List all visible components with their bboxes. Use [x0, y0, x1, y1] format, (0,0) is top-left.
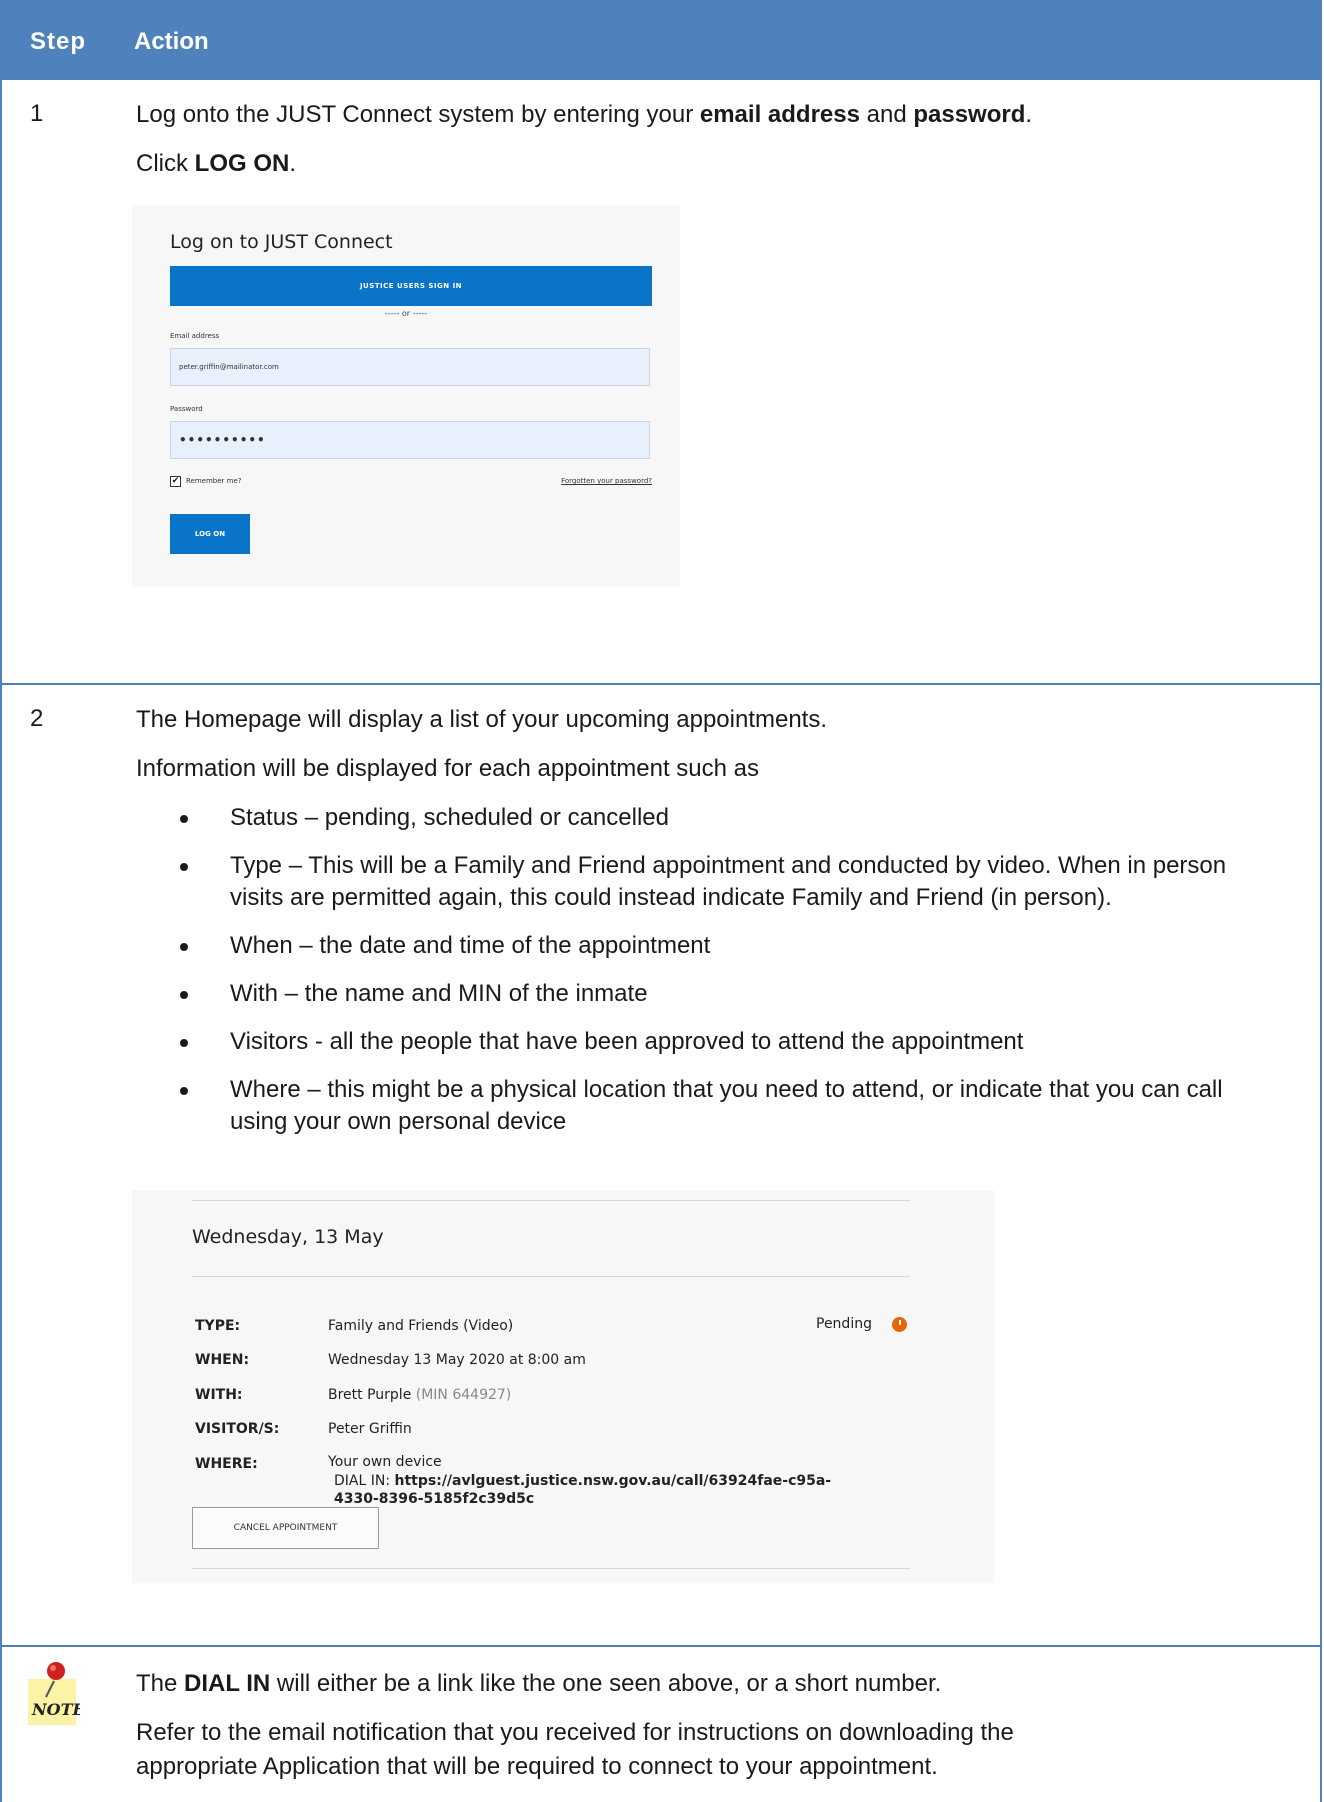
step-1-row: 1 Log onto the JUST Connect system by en… — [2, 80, 1320, 685]
bullet-icon — [180, 863, 188, 871]
where-label: WHERE: — [195, 1456, 258, 1472]
visitors-value: Peter Griffin — [328, 1421, 412, 1437]
note-line-1: The DIAL IN will either be a link like t… — [136, 1670, 942, 1697]
where-value: Your own device — [328, 1454, 442, 1470]
info-bullet-list: Status – pending, scheduled or cancelled… — [180, 802, 1280, 1154]
forgot-password-link[interactable]: Forgotten your password? — [561, 477, 652, 485]
login-screenshot: Log on to JUST Connect JUSTICE USERS SIG… — [132, 205, 680, 587]
list-item: With – the name and MIN of the inmate — [180, 978, 1280, 1010]
instructions-table: Step Action 1 Log onto the JUST Connect … — [0, 0, 1322, 1802]
step-2-line-2: Information will be displayed for each a… — [136, 755, 760, 782]
password-label: Password — [170, 405, 203, 413]
type-label: TYPE: — [195, 1318, 241, 1334]
email-label: Email address — [170, 332, 220, 340]
list-item: Visitors - all the people that have been… — [180, 1026, 1280, 1058]
bullet-icon — [180, 1039, 188, 1047]
or-divider: ----- or ----- — [384, 309, 428, 318]
header-step: Step — [30, 28, 87, 55]
step-number: 2 — [30, 705, 44, 732]
step-2-row: 2 The Homepage will display a list of yo… — [2, 685, 1320, 1647]
appointment-date-heading: Wednesday, 13 May — [192, 1226, 384, 1248]
divider — [192, 1276, 910, 1277]
bullet-icon — [180, 1087, 188, 1095]
note-row: NOTE The DIAL IN will either be a link l… — [2, 1647, 1320, 1802]
step-2-line-1: The Homepage will display a list of your… — [136, 706, 828, 733]
bullet-icon — [180, 815, 188, 823]
dial-in-label: DIAL IN: — [334, 1473, 395, 1489]
step-number: 1 — [30, 100, 44, 127]
bullet-icon — [180, 943, 188, 951]
login-title: Log on to JUST Connect — [170, 231, 393, 253]
divider — [192, 1200, 910, 1201]
password-field[interactable]: •••••••••• — [170, 421, 650, 459]
divider — [192, 1568, 910, 1569]
email-field[interactable]: peter.griffin@mailinator.com — [170, 348, 650, 386]
log-on-button[interactable]: LOG ON — [170, 514, 250, 554]
note-line-2: Refer to the email notification that you… — [136, 1719, 1014, 1746]
list-item: When – the date and time of the appointm… — [180, 930, 1280, 962]
clock-icon — [892, 1317, 907, 1332]
appointment-screenshot: Wednesday, 13 May TYPE: Family and Frien… — [132, 1190, 994, 1583]
list-item: Type – This will be a Family and Friend … — [180, 850, 1280, 914]
remember-label: Remember me? — [186, 477, 242, 485]
bullet-icon — [180, 991, 188, 999]
list-item: Status – pending, scheduled or cancelled — [180, 802, 1280, 834]
type-value: Family and Friends (Video) — [328, 1318, 514, 1334]
when-label: WHEN: — [195, 1352, 250, 1368]
with-value: Brett Purple (MIN 644927) — [328, 1387, 512, 1403]
dial-in-link[interactable]: https://avlguest.justice.nsw.gov.au/call… — [395, 1473, 832, 1489]
list-item: Where – this might be a physical locatio… — [180, 1074, 1280, 1138]
status-badge: Pending — [816, 1316, 872, 1332]
step-1-line-2: Click LOG ON. — [136, 150, 297, 177]
header-action: Action — [134, 28, 209, 55]
cancel-appointment-button[interactable]: CANCEL APPOINTMENT — [192, 1507, 379, 1549]
note-line-3: appropriate Application that will be req… — [136, 1753, 938, 1780]
note-pin-icon: NOTE — [28, 1662, 80, 1725]
visitors-label: VISITOR/S: — [195, 1421, 280, 1437]
justice-sign-in-button[interactable]: JUSTICE USERS SIGN IN — [170, 266, 652, 306]
when-value: Wednesday 13 May 2020 at 8:00 am — [328, 1352, 586, 1368]
dial-in-link-cont[interactable]: 4330-8396-5185f2c39d5c — [334, 1491, 534, 1507]
step-1-line-1: Log onto the JUST Connect system by ente… — [136, 101, 1033, 128]
remember-checkbox[interactable]: ✔ — [170, 476, 181, 487]
with-label: WITH: — [195, 1387, 243, 1403]
table-header: Step Action — [2, 0, 1320, 80]
note-label: NOTE — [31, 1700, 80, 1719]
dial-in: DIAL IN: https://avlguest.justice.nsw.go… — [334, 1472, 914, 1508]
